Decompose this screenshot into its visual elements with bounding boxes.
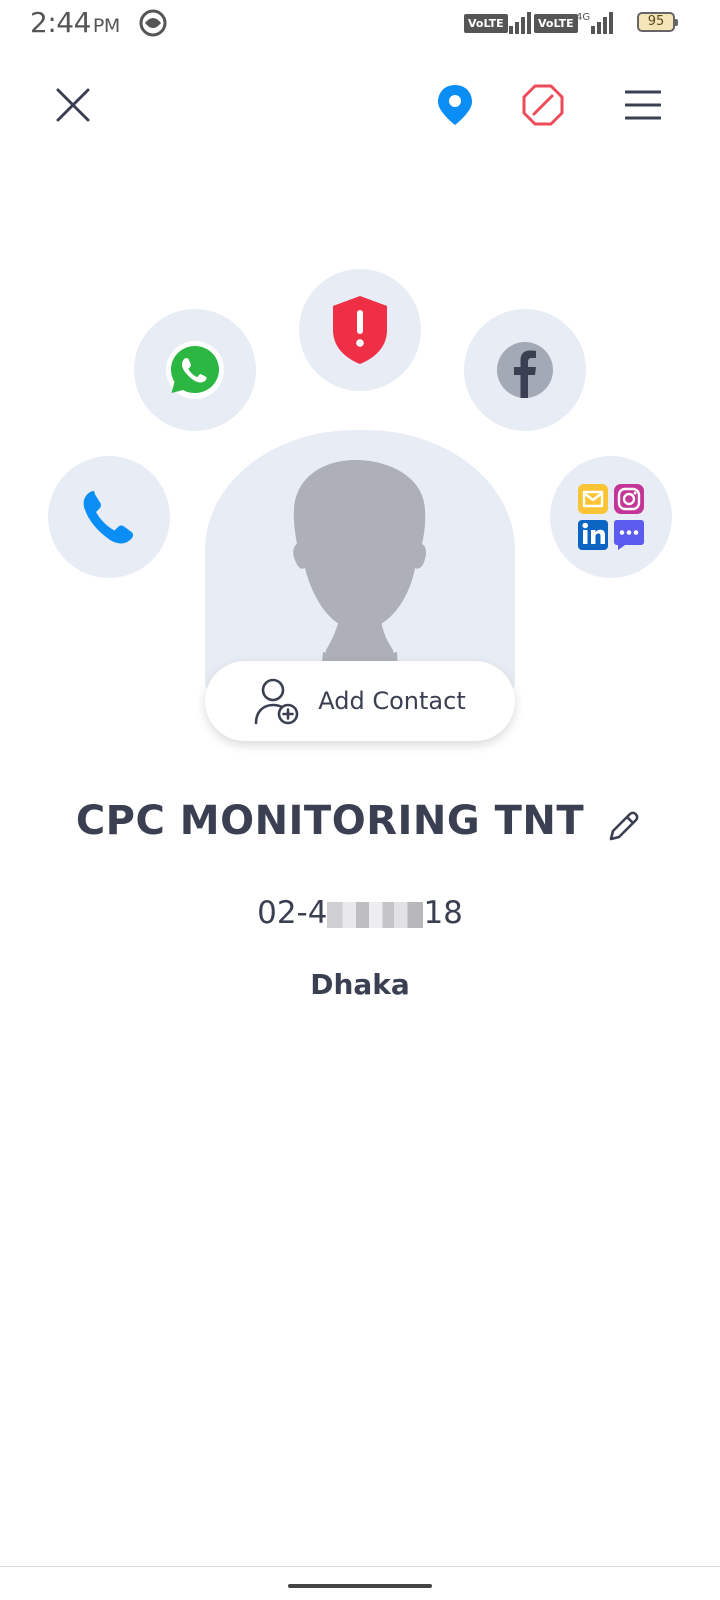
battery-indicator: 95	[637, 12, 678, 32]
phone-suffix: 18	[423, 895, 463, 931]
facebook-button[interactable]	[464, 309, 586, 431]
spam-shield-icon	[333, 296, 387, 364]
facebook-icon	[497, 342, 553, 398]
menu-icon	[625, 90, 661, 120]
network-type: 4G	[576, 12, 591, 23]
nav-divider	[0, 1566, 720, 1567]
volte-badge-2: VoLTE	[534, 14, 578, 33]
menu-button[interactable]	[620, 82, 666, 128]
social-apps-icon	[578, 484, 644, 550]
volte-badge-1: VoLTE	[464, 14, 508, 33]
status-time: 2:44 PM	[30, 6, 120, 39]
close-button[interactable]	[50, 82, 96, 128]
phone-redacted-block	[327, 901, 424, 928]
location-button[interactable]	[432, 82, 478, 128]
social-apps-button[interactable]	[550, 456, 672, 578]
signal-icon-2	[590, 12, 614, 38]
status-ampm: PM	[92, 15, 120, 37]
block-button[interactable]	[520, 82, 566, 128]
edit-name-button[interactable]	[604, 806, 644, 846]
add-person-icon	[254, 678, 299, 725]
vpn-icon	[139, 9, 167, 41]
contact-name: CPC MONITORING TNT	[75, 798, 585, 844]
whatsapp-button[interactable]	[134, 309, 256, 431]
signal-icon-1	[508, 12, 532, 38]
close-icon	[56, 88, 90, 122]
pencil-icon	[609, 811, 639, 841]
call-icon	[83, 491, 134, 544]
add-contact-button[interactable]: Add Contact	[205, 661, 515, 741]
location-pin-icon	[438, 85, 472, 125]
contact-location: Dhaka	[310, 968, 410, 1001]
call-button[interactable]	[48, 456, 170, 578]
phone-prefix: 02-4	[257, 895, 328, 931]
block-icon	[522, 84, 564, 126]
whatsapp-icon	[166, 341, 224, 399]
spam-report-button[interactable]	[299, 269, 421, 391]
phone-number: 02-4 18	[0, 895, 720, 931]
home-indicator[interactable]	[288, 1584, 432, 1588]
add-contact-label: Add Contact	[318, 687, 466, 715]
status-bar: 2:44 PM VoLTE VoLTE 4G 95	[0, 0, 720, 48]
